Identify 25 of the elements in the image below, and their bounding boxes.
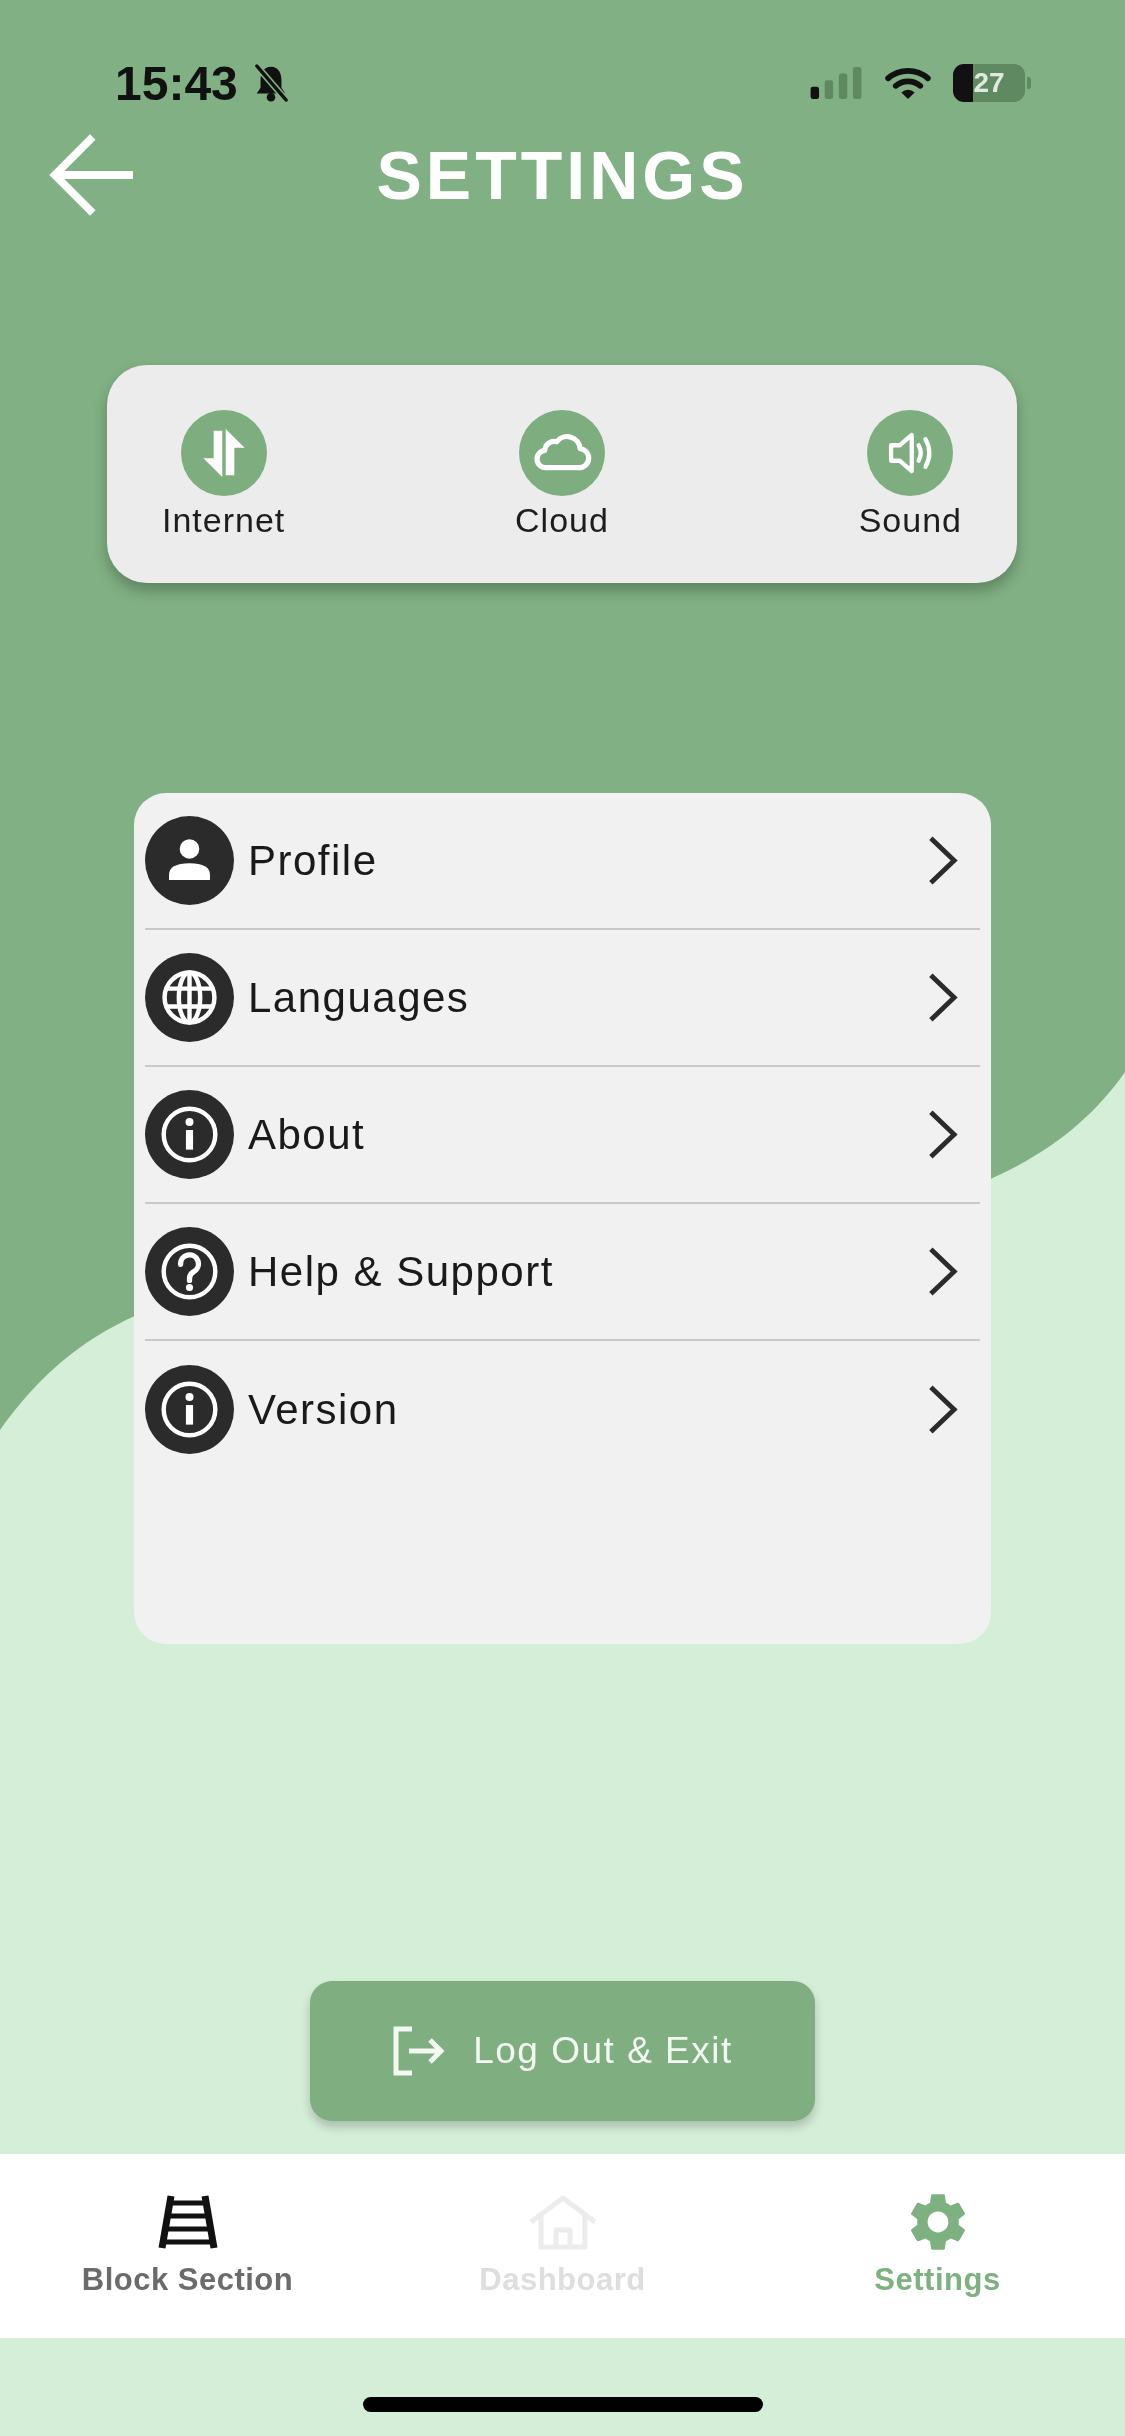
transfer-arrows-icon [180,410,267,496]
menu-item[interactable]: About [145,1067,980,1204]
battery-percentage: 27 [973,67,1005,99]
cloud-icon [519,410,605,496]
person-icon [145,816,234,905]
shortcut-button[interactable]: Internet [162,410,286,540]
info-icon [145,1365,234,1454]
menu-item[interactable]: Languages [145,930,980,1067]
shortcut-button[interactable]: Cloud [515,410,609,540]
speaker-icon [867,410,954,496]
back-button[interactable] [47,133,133,217]
info-icon [145,1090,234,1179]
menu-item[interactable]: Help & Support [145,1204,980,1341]
question-mark-icon [145,1227,234,1316]
page-title: SETTINGS [376,136,749,215]
shortcut-button[interactable]: Sound [858,410,962,540]
back-arrow-icon [47,133,133,217]
globe-icon [145,953,234,1042]
signal-icon [809,67,863,99]
menu-item[interactable]: Version [145,1341,980,1478]
tab-bar-item[interactable]: Block Section [0,2154,375,2338]
status-time: 15:43 [115,55,238,111]
wifi-icon [883,65,933,101]
settings-icon [908,2194,967,2250]
menu-item[interactable]: Profile [145,793,980,930]
